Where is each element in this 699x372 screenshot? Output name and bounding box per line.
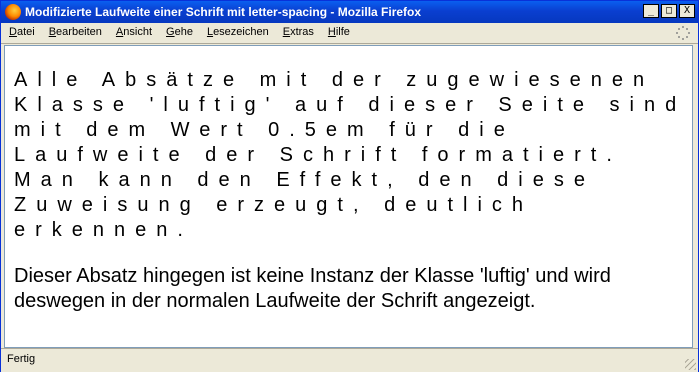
close-button[interactable]: X	[679, 4, 695, 18]
menu-datei[interactable]: Datei	[3, 26, 43, 38]
menu-lesezeichen[interactable]: Lesezeichen	[201, 26, 277, 38]
minimize-button[interactable]: _	[643, 4, 659, 18]
browser-window: Modifizierte Laufweite einer Schrift mit…	[0, 0, 699, 372]
throbber-icon	[676, 26, 690, 40]
paragraph-normal: Dieser Absatz hingegen ist keine Instanz…	[14, 265, 611, 312]
status-text: Fertig	[7, 353, 36, 365]
status-bar: Fertig	[1, 348, 698, 372]
resize-grip-icon[interactable]	[685, 359, 696, 370]
maximize-button[interactable]: □	[661, 4, 677, 18]
firefox-icon[interactable]	[5, 4, 21, 20]
window-title: Modifizierte Laufweite einer Schrift mit…	[25, 5, 422, 19]
menu-bar: Datei Bearbeiten Ansicht Gehe Lesezeiche…	[1, 23, 698, 44]
menu-hilfe[interactable]: Hilfe	[322, 26, 358, 38]
menu-bearbeiten[interactable]: Bearbeiten	[43, 26, 110, 38]
window-controls: _ □ X	[643, 4, 695, 18]
paragraph-luftig: Alle Absätze mit der zugewiesenen Klasse…	[14, 69, 687, 241]
menu-ansicht[interactable]: Ansicht	[110, 26, 160, 38]
menu-extras[interactable]: Extras	[277, 26, 322, 38]
page-content[interactable]: Alle Absätze mit der zugewiesenen Klasse…	[4, 45, 693, 348]
title-bar[interactable]: Modifizierte Laufweite einer Schrift mit…	[1, 1, 698, 23]
menu-gehe[interactable]: Gehe	[160, 26, 201, 38]
